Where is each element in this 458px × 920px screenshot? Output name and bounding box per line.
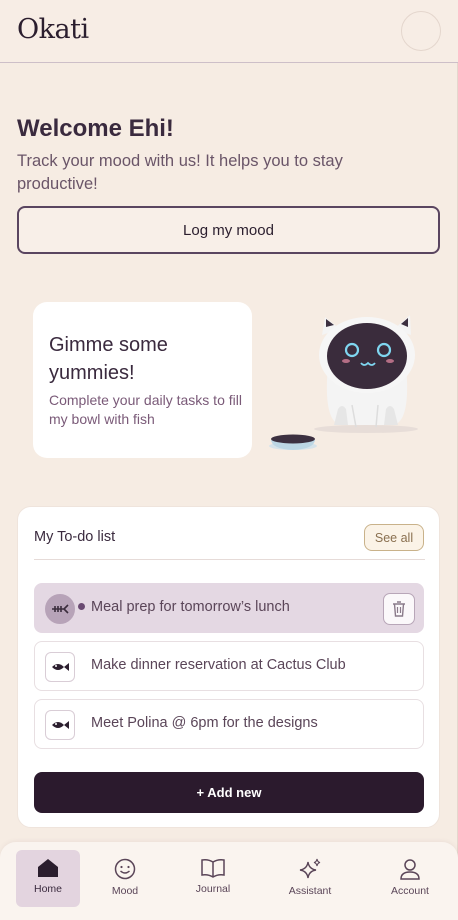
add-new-button[interactable]: + Add new [34, 772, 424, 813]
log-mood-button[interactable]: Log my mood [17, 206, 440, 254]
bottom-nav: Home Mood Journal Assistant Account [0, 842, 458, 920]
sparkle-icon [299, 858, 321, 879]
see-all-button[interactable]: See all [364, 524, 424, 551]
app-header: Okati [0, 0, 458, 63]
fish-icon[interactable] [45, 652, 75, 682]
nav-item-assistant[interactable]: Assistant [278, 850, 342, 907]
cat-robot-mascot-illustration [269, 315, 418, 450]
nav-label: Home [33, 883, 62, 895]
book-icon [201, 859, 225, 878]
nav-item-journal[interactable]: Journal [181, 850, 245, 907]
promo-card: Gimme some yummies! Complete your daily … [33, 302, 252, 458]
nav-label: Mood [111, 885, 139, 897]
trash-icon [393, 601, 405, 617]
todo-item-label: Meal prep for tomorrow’s lunch [91, 599, 290, 615]
todo-title: My To-do list [34, 529, 116, 545]
fish-bone-icon[interactable] [45, 594, 86, 624]
home-icon [38, 859, 58, 877]
todo-list[interactable]: Meal prep for tomorrow’s lunch Make dinn… [34, 583, 424, 749]
delete-button[interactable] [383, 593, 415, 625]
status-dot [77, 602, 86, 611]
welcome-subtitle: Track your mood with us! It helps you to… [17, 152, 343, 193]
todo-item[interactable]: Meal prep for tomorrow’s lunch [34, 583, 424, 633]
avatar[interactable] [401, 11, 441, 51]
fish-icon[interactable] [45, 710, 75, 740]
nav-label: Assistant [288, 885, 332, 897]
nav-item-mood[interactable]: Mood [93, 850, 157, 907]
todo-divider [34, 559, 425, 560]
user-icon [400, 859, 420, 880]
todo-item-label: Make dinner reservation at Cactus Club [91, 657, 346, 673]
app-logo: Okati [17, 14, 89, 45]
welcome-title: Welcome Ehi! [17, 115, 174, 142]
smiley-icon [114, 858, 136, 880]
todo-item[interactable]: Meet Polina @ 6pm for the designs [34, 699, 424, 749]
fish-bowl-icon [269, 434, 317, 450]
nav-item-account[interactable]: Account [378, 850, 442, 907]
promo-title: Gimme some yummies! [49, 334, 168, 384]
app-screen: Okati Welcome Ehi! Track your mood with … [0, 0, 458, 920]
nav-label: Account [391, 885, 429, 897]
todo-item-label: Meet Polina @ 6pm for the designs [91, 715, 318, 731]
nav-item-home[interactable]: Home [16, 850, 80, 907]
promo-text: Complete your daily tasks to fill my bow… [49, 392, 242, 427]
nav-label: Journal [195, 883, 231, 895]
todo-card: My To-do list See all Meal prep for tomo… [17, 506, 440, 828]
todo-item[interactable]: Make dinner reservation at Cactus Club [34, 641, 424, 691]
